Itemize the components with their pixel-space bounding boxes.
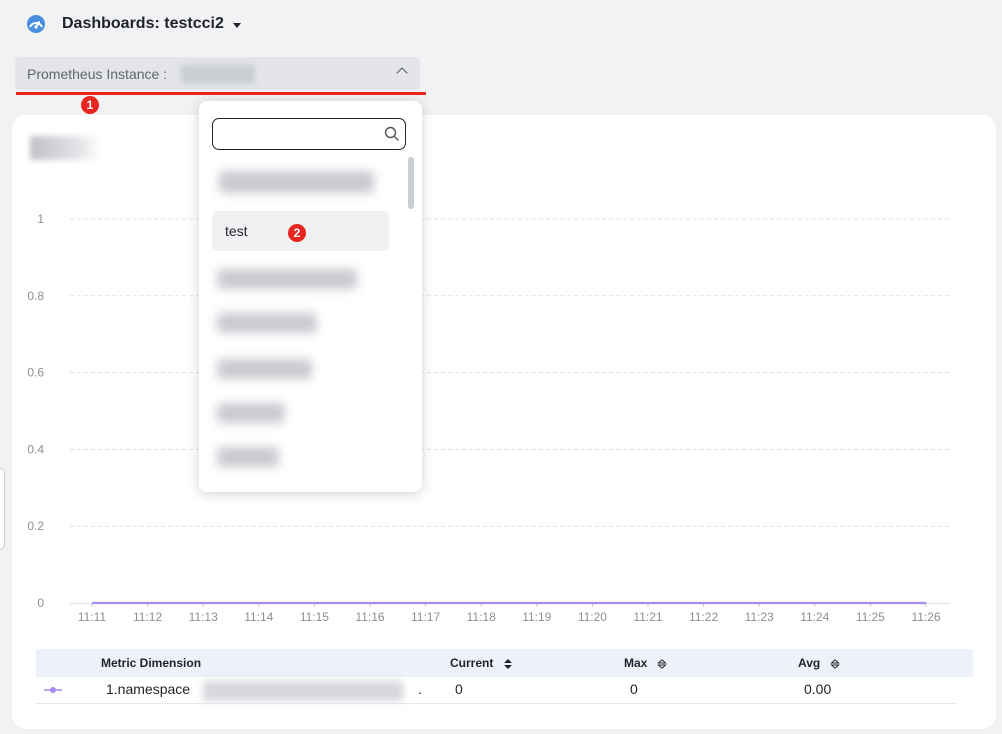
metric-table-header: Metric Dimension Current Max Avg [36,649,973,677]
instance-search-input[interactable] [221,119,385,149]
step-2-badge: 2 [288,224,306,242]
sort-icon[interactable] [829,658,840,669]
table-row[interactable]: 1.namespace . 0 0 0.00 [36,677,956,704]
sort-icon[interactable] [656,658,667,669]
col-max[interactable]: Max [624,656,667,670]
namespace-redacted [203,681,403,701]
option-redacted[interactable] [217,359,312,379]
option-redacted[interactable] [219,171,374,193]
max-value: 0 [630,681,638,697]
x-tick-label: 11:13 [189,610,218,624]
search-icon[interactable] [384,126,399,141]
x-tick-label: 11:24 [800,610,829,624]
instance-search-box[interactable] [212,118,406,150]
x-tick-label: 11:16 [355,610,384,624]
x-tick-label: 11:21 [633,610,662,624]
col-avg[interactable]: Avg [798,656,840,670]
option-redacted[interactable] [217,447,279,467]
avg-value: 0.00 [804,681,832,697]
metric-dimension-value: 1.namespace [106,681,191,697]
dropdown-scrollbar[interactable] [408,157,414,209]
x-tick-label: 11:20 [578,610,607,624]
y-tick-label: 0.2 [27,519,44,533]
metric-dimension-trail: . [418,681,422,697]
metric-chart: 0 0.2 0.4 0.6 0.8 1 11:11 11:12 11:13 11:14 11:15 1… [27,212,950,624]
y-tick-label: 0.4 [27,442,44,456]
series-legend-icon[interactable] [44,685,62,695]
x-tick-label: 11:26 [911,610,940,624]
x-tick-label: 11:17 [411,610,440,624]
col-current[interactable]: Current [450,656,513,670]
col-avg-label: Avg [798,656,821,670]
y-tick-label: 0.6 [27,366,44,380]
x-tick-label: 11:12 [133,610,162,624]
y-tick-label: 0.8 [27,289,44,303]
x-tick-label: 11:18 [467,610,496,624]
y-tick-label: 1 [37,212,44,226]
sort-icon[interactable] [503,658,513,669]
prometheus-instance-dropdown: test 2 [199,101,422,492]
y-tick-label: 0 [37,596,44,610]
option-redacted[interactable] [217,403,285,423]
x-tick-label: 11:15 [300,610,329,624]
option-test-label: test [225,223,248,239]
x-tick-label: 11:23 [745,610,774,624]
col-max-label: Max [624,656,648,670]
x-tick-label: 11:22 [689,610,718,624]
x-tick-label: 11:14 [244,610,273,624]
option-redacted[interactable] [217,313,317,333]
x-tick-label: 11:25 [856,610,885,624]
col-metric-dimension: Metric Dimension [101,656,202,670]
x-tick-label: 11:19 [522,610,551,624]
col-current-label: Current [450,656,494,670]
current-value: 0 [455,681,463,697]
x-tick-label: 11:11 [78,610,107,624]
option-redacted[interactable] [217,269,357,289]
